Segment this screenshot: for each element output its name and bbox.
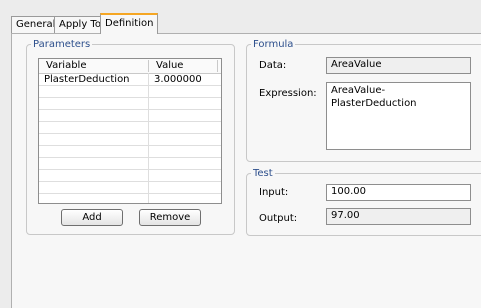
cell-value[interactable]: 3.000000	[154, 74, 202, 85]
table-row[interactable]: PlasterDeduction 3.000000	[39, 74, 221, 86]
table-row[interactable]	[39, 122, 221, 134]
test-group-title: Test	[253, 168, 273, 179]
table-header: Variable Value	[39, 59, 221, 74]
output-field: 97.00	[326, 208, 471, 225]
expression-label: Expression:	[259, 88, 317, 99]
input-field[interactable]: 100.00	[326, 184, 471, 201]
output-label: Output:	[259, 213, 298, 224]
data-field: AreaValue	[326, 57, 471, 74]
table-row[interactable]	[39, 110, 221, 122]
parameters-table[interactable]: Variable Value PlasterDeduction 3.000000	[38, 58, 222, 204]
test-group: Test	[246, 168, 481, 236]
table-row[interactable]	[39, 146, 221, 158]
tab-general[interactable]: General	[11, 16, 61, 33]
formula-group-title: Formula	[253, 39, 294, 50]
add-button[interactable]: Add	[61, 209, 123, 226]
table-row[interactable]	[39, 86, 221, 98]
table-row[interactable]	[39, 158, 221, 170]
remove-button[interactable]: Remove	[139, 209, 201, 226]
table-row[interactable]	[39, 98, 221, 110]
column-header-value[interactable]: Value	[156, 60, 183, 71]
input-label: Input:	[259, 187, 289, 198]
parameters-group-title: Parameters	[33, 39, 91, 50]
column-separator[interactable]	[217, 60, 218, 72]
tab-apply-to[interactable]: Apply To	[54, 16, 106, 33]
column-separator[interactable]	[148, 60, 149, 72]
cell-variable[interactable]: PlasterDeduction	[44, 74, 130, 85]
dialog-window: General Apply To Definition Parameters V…	[0, 0, 481, 308]
table-row[interactable]	[39, 182, 221, 194]
table-row[interactable]	[39, 170, 221, 182]
tab-definition[interactable]: Definition	[100, 13, 159, 34]
data-label: Data:	[259, 60, 287, 71]
column-header-variable[interactable]: Variable	[46, 60, 87, 71]
table-row[interactable]	[39, 134, 221, 146]
expression-textarea[interactable]: AreaValue-PlasterDeduction	[326, 82, 471, 150]
